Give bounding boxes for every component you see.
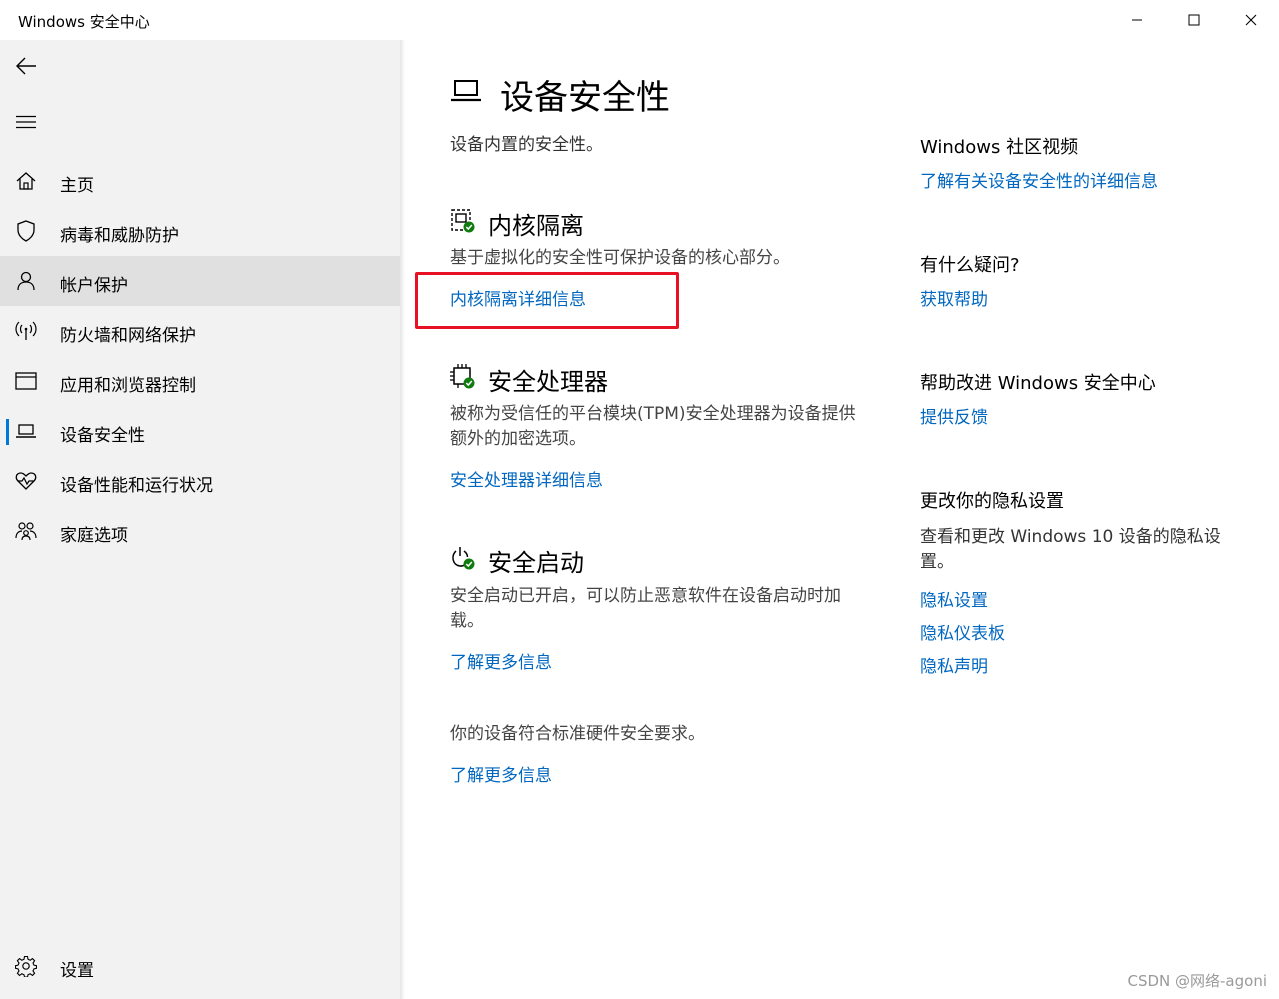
minimize-button[interactable] bbox=[1108, 0, 1165, 40]
title-bar: Windows 安全中心 bbox=[0, 0, 1279, 40]
power-icon bbox=[452, 547, 475, 570]
sidebar-item-account-protection[interactable]: 帐户保护 bbox=[0, 256, 400, 306]
privacy-heading: 更改你的隐私设置 bbox=[920, 491, 1064, 512]
sidebar: 主页 病毒和威胁防护 帐户保护 防火墙和网络保护 应用和浏览器控制 设备安全性 bbox=[0, 40, 400, 999]
section-title-core-isolation: 内核隔离 bbox=[488, 212, 584, 240]
section-title-security-processor: 安全处理器 bbox=[488, 368, 608, 396]
watermark: CSDN @网络-agoni bbox=[1127, 972, 1267, 990]
back-arrow-icon bbox=[16, 57, 36, 75]
page-subtitle: 设备内置的安全性。 bbox=[450, 135, 603, 155]
sidebar-item-home[interactable]: 主页 bbox=[0, 156, 400, 206]
menu-button[interactable] bbox=[8, 104, 44, 140]
laptop-icon bbox=[451, 80, 481, 102]
section-title-secure-boot: 安全启动 bbox=[488, 549, 584, 577]
sidebar-item-family-options[interactable]: 家庭选项 bbox=[0, 506, 400, 556]
sidebar-item-label: 应用和浏览器控制 bbox=[60, 376, 196, 396]
questions-heading: 有什么疑问? bbox=[920, 255, 1020, 276]
laptop-icon bbox=[14, 420, 38, 442]
settings-label: 设置 bbox=[60, 961, 94, 981]
privacy-dashboard-link[interactable]: 隐私仪表板 bbox=[920, 619, 1005, 644]
hardware-compliance-text: 你的设备符合标准硬件安全要求。 bbox=[450, 724, 705, 744]
chip-icon bbox=[450, 364, 475, 389]
minimize-icon bbox=[1131, 19, 1142, 21]
get-help-link[interactable]: 获取帮助 bbox=[920, 285, 988, 310]
sidebar-item-settings[interactable]: 设置 bbox=[0, 941, 400, 991]
sidebar-item-app-browser-control[interactable]: 应用和浏览器控制 bbox=[0, 356, 400, 406]
privacy-statement-link[interactable]: 隐私声明 bbox=[920, 652, 988, 677]
community-videos-heading: Windows 社区视频 bbox=[920, 137, 1079, 158]
sidebar-item-label: 帐户保护 bbox=[60, 276, 128, 296]
wifi-antenna-icon bbox=[14, 320, 38, 342]
section-desc-security-processor: 被称为受信任的平台模块(TPM)安全处理器为设备提供额外的加密选项。 bbox=[450, 404, 856, 449]
main-content: 设备安全性 设备内置的安全性。 内核隔离 基于虚拟化的安全性可保护设备的核心部分… bbox=[405, 40, 1279, 999]
home-icon bbox=[14, 170, 38, 192]
back-button[interactable] bbox=[8, 48, 44, 84]
security-processor-details-link[interactable]: 安全处理器详细信息 bbox=[450, 466, 603, 491]
improve-heading: 帮助改进 Windows 安全中心 bbox=[920, 373, 1156, 394]
shield-icon bbox=[14, 220, 38, 242]
section-desc-core-isolation: 基于虚拟化的安全性可保护设备的核心部分。 bbox=[450, 248, 790, 268]
privacy-description: 查看和更改 Windows 10 设备的隐私设置。 bbox=[920, 527, 1221, 572]
page-title: 设备安全性 bbox=[500, 78, 670, 118]
sidebar-item-device-performance[interactable]: 设备性能和运行状况 bbox=[0, 456, 400, 506]
gear-icon bbox=[14, 955, 38, 977]
sidebar-item-device-security[interactable]: 设备安全性 bbox=[0, 406, 400, 456]
close-icon bbox=[1245, 14, 1256, 26]
selection-indicator bbox=[6, 419, 9, 445]
person-icon bbox=[14, 270, 38, 292]
close-button[interactable] bbox=[1222, 0, 1279, 40]
sidebar-item-firewall[interactable]: 防火墙和网络保护 bbox=[0, 306, 400, 356]
app-window-icon bbox=[14, 370, 38, 392]
core-isolation-details-link[interactable]: 内核隔离详细信息 bbox=[450, 285, 586, 310]
privacy-settings-link[interactable]: 隐私设置 bbox=[920, 586, 988, 611]
sidebar-item-label: 设备性能和运行状况 bbox=[60, 476, 213, 496]
heart-pulse-icon bbox=[14, 470, 38, 492]
section-desc-secure-boot: 安全启动已开启，可以防止恶意软件在设备启动时加载。 bbox=[450, 586, 841, 631]
family-icon bbox=[14, 520, 38, 542]
sidebar-item-virus-protection[interactable]: 病毒和威胁防护 bbox=[0, 206, 400, 256]
secure-boot-learn-more-link[interactable]: 了解更多信息 bbox=[450, 648, 552, 673]
sidebar-item-label: 主页 bbox=[60, 176, 94, 196]
app-title: Windows 安全中心 bbox=[18, 13, 150, 31]
sidebar-item-label: 设备安全性 bbox=[60, 426, 145, 446]
maximize-icon bbox=[1188, 14, 1199, 26]
give-feedback-link[interactable]: 提供反馈 bbox=[920, 403, 988, 428]
maximize-button[interactable] bbox=[1165, 0, 1222, 40]
device-security-info-link[interactable]: 了解有关设备安全性的详细信息 bbox=[920, 167, 1158, 192]
hardware-learn-more-link[interactable]: 了解更多信息 bbox=[450, 761, 552, 786]
sidebar-item-label: 家庭选项 bbox=[60, 526, 128, 546]
sidebar-item-label: 防火墙和网络保护 bbox=[60, 326, 196, 346]
hamburger-icon bbox=[16, 115, 36, 129]
core-isolation-icon bbox=[451, 209, 475, 233]
sidebar-item-label: 病毒和威胁防护 bbox=[60, 226, 179, 246]
